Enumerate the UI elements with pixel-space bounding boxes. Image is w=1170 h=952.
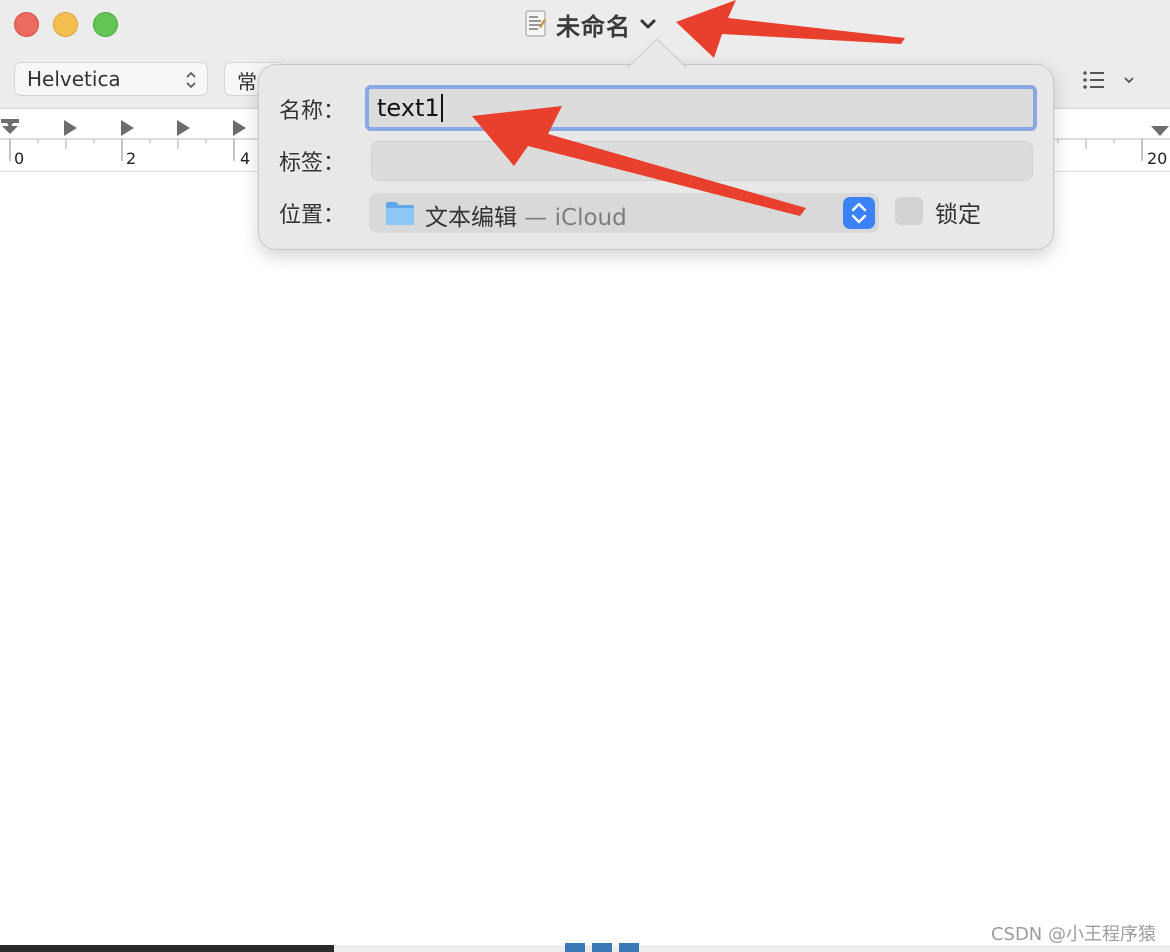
ruler-number: 2 xyxy=(126,149,137,168)
location-folder-name: 文本编辑 xyxy=(425,205,517,231)
name-input[interactable]: text1 xyxy=(365,85,1037,131)
minimize-button[interactable] xyxy=(53,12,78,37)
list-icon[interactable] xyxy=(1080,66,1110,94)
textedit-window: 未命名 Helvetica 常 0 2 4 20 名称： text1 标签： 位… xyxy=(0,0,1170,952)
window-title: 未命名 xyxy=(556,12,631,41)
location-label: 位置： xyxy=(279,203,346,228)
location-service: iCloud xyxy=(554,205,627,231)
location-select[interactable]: 文本编辑 — iCloud xyxy=(369,193,879,233)
chevron-down-icon[interactable] xyxy=(639,15,657,33)
tags-input[interactable] xyxy=(371,141,1033,181)
updown-chevron-icon xyxy=(185,71,197,89)
ruler-number: 20 xyxy=(1147,149,1168,168)
document-icon xyxy=(524,10,548,38)
ruler-number: 4 xyxy=(240,149,251,168)
font-style-value: 常 xyxy=(237,70,257,94)
watermark: CSDN @小王程序猿 xyxy=(990,924,1156,945)
ruler-number: 0 xyxy=(14,149,25,168)
font-family-select[interactable]: Helvetica xyxy=(14,62,208,96)
lock-checkbox[interactable] xyxy=(895,197,923,225)
location-value: 文本编辑 — iCloud xyxy=(425,198,627,232)
location-separator: — xyxy=(517,205,555,231)
chevron-down-icon[interactable] xyxy=(1122,72,1136,86)
close-button[interactable] xyxy=(14,12,39,37)
name-label: 名称： xyxy=(279,99,346,124)
save-popover: 名称： text1 标签： 位置： 文本编辑 — iCloud 锁定 xyxy=(258,39,1054,250)
tags-label: 标签： xyxy=(279,151,346,176)
folder-icon xyxy=(385,200,415,226)
font-family-value: Helvetica xyxy=(27,67,121,91)
lock-label: 锁定 xyxy=(935,202,981,228)
zoom-button[interactable] xyxy=(93,12,118,37)
location-stepper-button[interactable] xyxy=(843,197,875,229)
window-title-menu[interactable]: 未命名 xyxy=(524,6,657,42)
text-caret xyxy=(440,94,443,122)
name-value: text1 xyxy=(377,94,440,122)
